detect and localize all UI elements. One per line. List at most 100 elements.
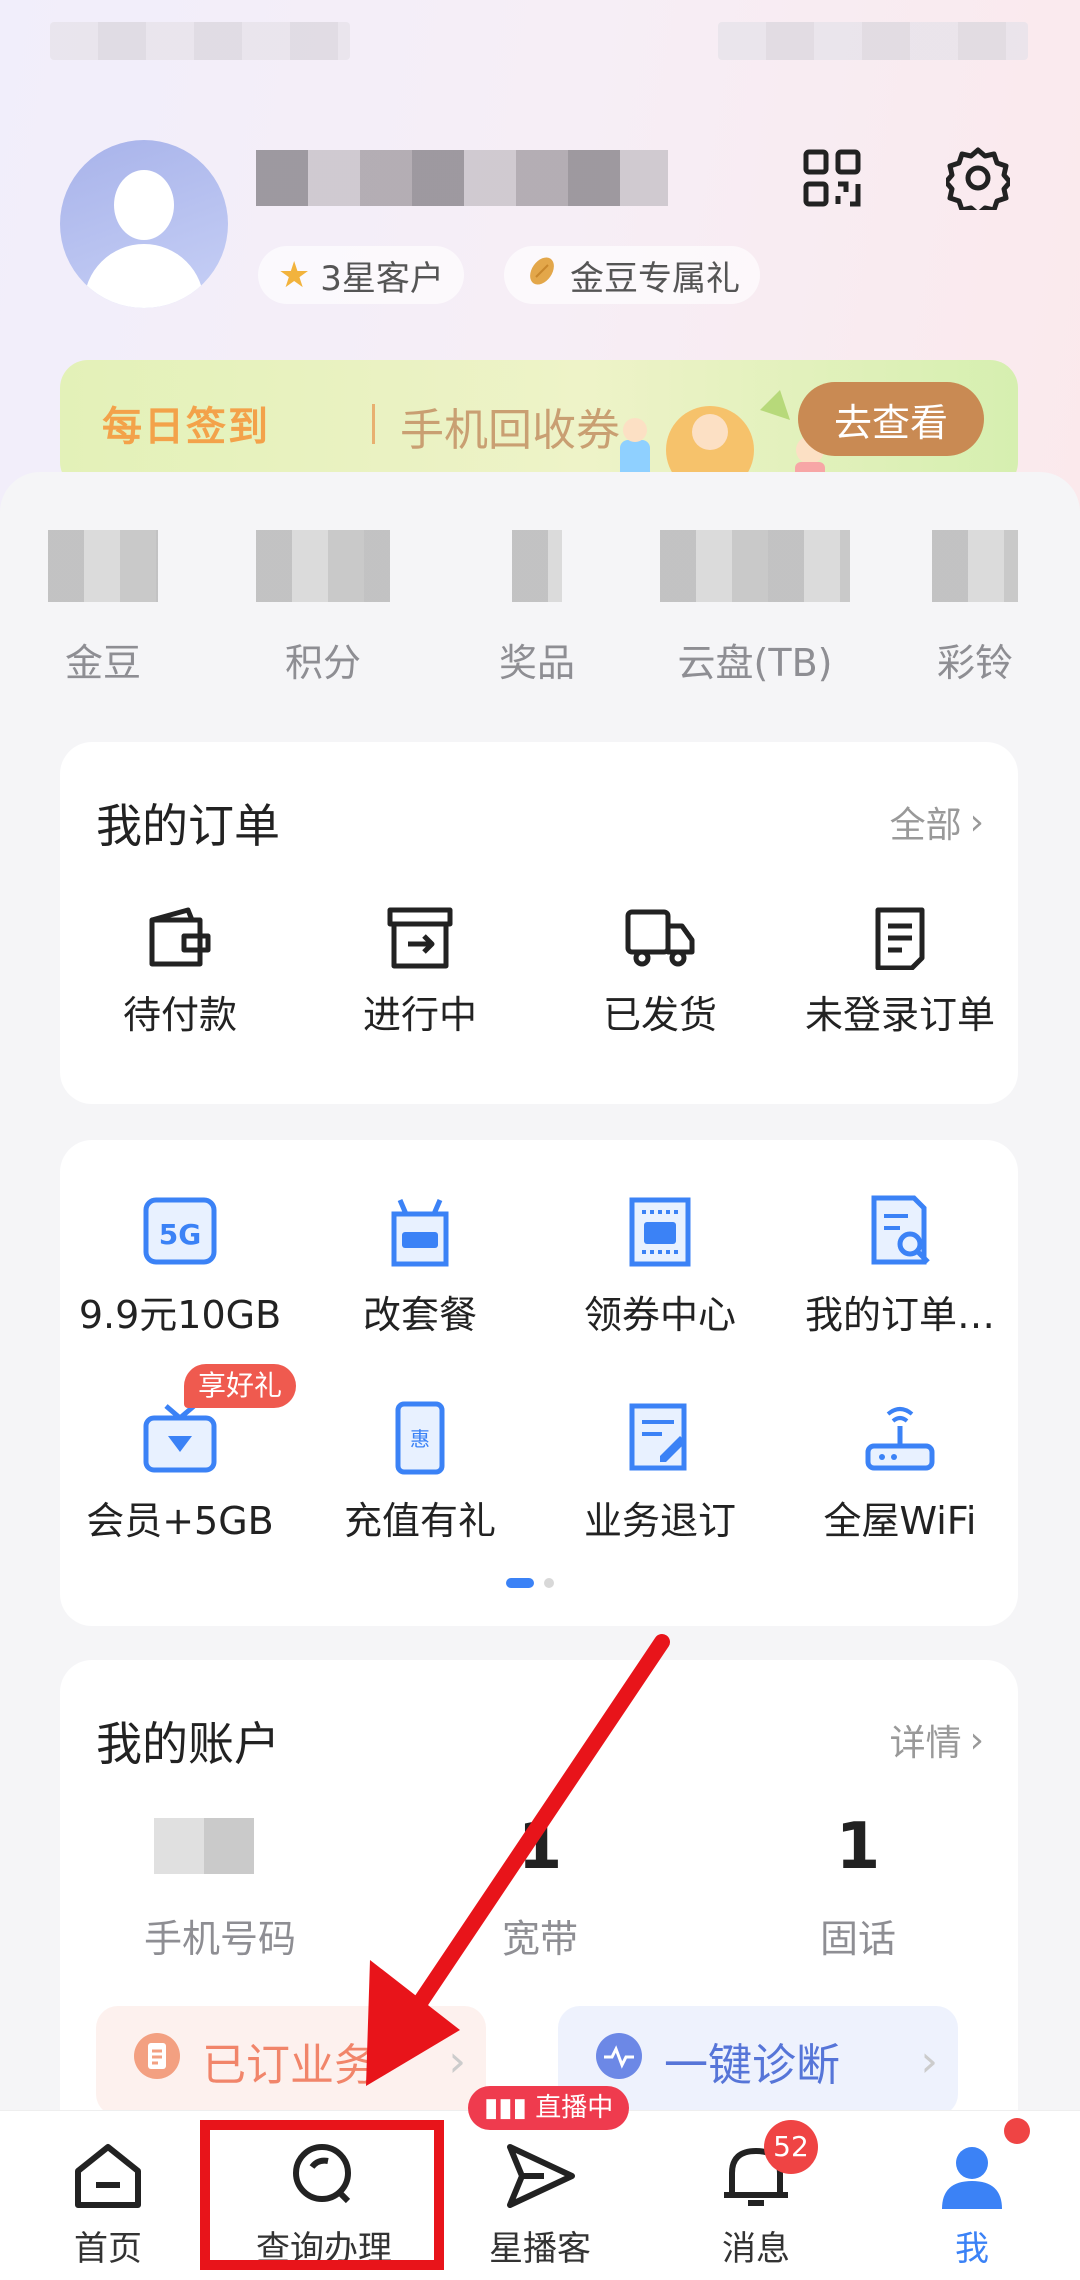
- service-item[interactable]: 我的订单…: [780, 1194, 1020, 1339]
- assets-stats-row: 金豆 积分 奖品 云盘(TB) 彩铃: [0, 530, 1080, 700]
- banner-view-button[interactable]: 去查看: [798, 382, 984, 456]
- order-label: 未登录订单: [804, 993, 995, 1037]
- diagnose-label: 一键诊断: [664, 2040, 840, 2091]
- nav-star-broadcast[interactable]: 星播客: [460, 2141, 620, 2270]
- wallet-icon: [149, 907, 211, 967]
- beans-gift-label: 金豆专属礼: [570, 258, 740, 299]
- stat-points[interactable]: 积分: [256, 530, 390, 687]
- account-details-link[interactable]: 详情 ›: [890, 1714, 984, 1766]
- order-unlogged[interactable]: 未登录订单: [780, 906, 1020, 1039]
- stat-prizes[interactable]: 奖品: [482, 530, 592, 687]
- service-label: 充值有礼: [343, 1499, 496, 1543]
- service-item[interactable]: 惠 充值有礼: [300, 1400, 540, 1545]
- document-icon: [875, 907, 925, 970]
- home-icon: [75, 2144, 141, 2208]
- me-notification-dot: [1004, 2118, 1030, 2144]
- orders-all-label: 全部: [889, 805, 962, 846]
- star-icon: ★: [278, 254, 311, 296]
- svg-text:5G: 5G: [159, 1218, 201, 1251]
- nav-label: 星播客: [489, 2229, 591, 2269]
- user-icon: [942, 2147, 1002, 2209]
- nav-label: 首页: [74, 2229, 142, 2269]
- account-details-label: 详情: [889, 1723, 962, 1764]
- edit-doc-icon: [629, 1403, 687, 1471]
- phone-card-icon: 惠: [395, 1401, 445, 1475]
- send-icon: [507, 2144, 575, 2208]
- banner-divider: [372, 404, 375, 444]
- tv-diamond-icon: [143, 1404, 217, 1473]
- gift-badge: 享好礼: [184, 1364, 297, 1408]
- service-item[interactable]: 5G 9.9元10GB: [60, 1194, 300, 1339]
- order-search-icon: [871, 1195, 930, 1265]
- svg-text:惠: 惠: [410, 1427, 430, 1451]
- avatar[interactable]: [60, 140, 228, 308]
- nav-label: 我: [955, 2229, 989, 2269]
- service-label: 改套餐: [362, 1293, 477, 1337]
- phone-count-redacted: [154, 1818, 254, 1874]
- subscribed-label: 已订业务: [202, 2040, 378, 2091]
- nav-me[interactable]: 我: [892, 2141, 1052, 2270]
- subscribed-icon: [132, 2031, 182, 2092]
- messages-count-badge: 52: [764, 2120, 818, 2174]
- 5g-icon: 5G: [143, 1197, 217, 1265]
- orders-card: 我的订单 全部 › 待付款 进行中 已发货 未登录订单: [60, 742, 1018, 1104]
- account-title: 我的账户: [96, 1717, 280, 1771]
- service-label: 全屋WiFi: [823, 1499, 977, 1543]
- annotation-highlight-box: [200, 2120, 444, 2270]
- box-arrow-icon: [387, 907, 453, 969]
- service-item[interactable]: 全屋WiFi: [780, 1400, 1020, 1545]
- order-label: 已发货: [602, 993, 717, 1037]
- orders-all-link[interactable]: 全部 ›: [890, 796, 984, 848]
- stat-ringtone[interactable]: 彩铃: [920, 530, 1030, 687]
- account-phone-label[interactable]: 手机号码: [100, 1908, 340, 1963]
- stat-label: 金豆: [64, 641, 141, 685]
- chevron-right-icon: ›: [969, 1719, 984, 1761]
- chevron-right-icon: ›: [969, 801, 984, 843]
- account-landline-label: 固话: [819, 1917, 896, 1961]
- service-item[interactable]: 会员+5GB: [60, 1400, 300, 1545]
- stat-label: 云盘(TB): [677, 641, 833, 685]
- live-badge-label: 直播中: [535, 2093, 614, 2123]
- account-landline-value[interactable]: 1: [738, 1810, 978, 1884]
- username-redacted: [256, 150, 668, 206]
- diagnose-icon: [594, 2031, 644, 2092]
- stat-label: 彩铃: [936, 641, 1013, 685]
- daily-checkin-banner[interactable]: 每日签到 手机回收券 去查看: [60, 360, 1018, 490]
- status-bar-right-redacted: [718, 22, 1028, 60]
- account-broadband-value[interactable]: 1: [420, 1810, 660, 1884]
- account-broadband-label: 宽带: [501, 1917, 578, 1961]
- settings-gear-icon[interactable]: [943, 146, 1013, 217]
- chevron-right-icon: ›: [920, 2035, 938, 2087]
- banner-title: 每日签到: [102, 404, 270, 450]
- subscribed-services-button[interactable]: 已订业务 ›: [96, 2006, 486, 2116]
- nav-label: 消息: [722, 2229, 790, 2269]
- live-bars-icon: ▮▮▮: [484, 2093, 536, 2123]
- order-label: 进行中: [362, 993, 477, 1037]
- coupon-icon: [629, 1197, 691, 1267]
- nav-home[interactable]: 首页: [28, 2141, 188, 2270]
- chevron-right-icon: ›: [448, 2035, 466, 2087]
- status-bar-left-redacted: [50, 22, 350, 60]
- order-label: 待付款: [122, 993, 237, 1037]
- bean-icon: [524, 253, 560, 298]
- stat-label: 积分: [284, 641, 361, 685]
- order-pending-payment[interactable]: 待付款: [60, 906, 300, 1039]
- service-label: 9.9元10GB: [78, 1293, 282, 1337]
- order-in-progress[interactable]: 进行中: [300, 906, 540, 1039]
- service-item[interactable]: 改套餐: [300, 1194, 540, 1339]
- qr-code-icon[interactable]: [800, 146, 864, 210]
- orders-title: 我的订单: [96, 799, 280, 853]
- star-level-pill[interactable]: ★ 3星客户: [258, 246, 464, 304]
- service-label: 业务退订: [583, 1499, 736, 1543]
- truck-icon: [625, 909, 695, 967]
- stat-beans[interactable]: 金豆: [48, 530, 158, 687]
- service-item[interactable]: 业务退订: [540, 1400, 780, 1545]
- order-shipped[interactable]: 已发货: [540, 906, 780, 1039]
- service-item[interactable]: 领券中心: [540, 1194, 780, 1339]
- stat-cloud-disk[interactable]: 云盘(TB): [660, 530, 850, 687]
- stat-label: 奖品: [498, 641, 575, 685]
- beans-gift-pill[interactable]: 金豆专属礼: [504, 246, 760, 304]
- star-level-label: 3星客户: [320, 258, 444, 299]
- service-label: 会员+5GB: [86, 1499, 274, 1543]
- router-icon: [865, 1407, 935, 1471]
